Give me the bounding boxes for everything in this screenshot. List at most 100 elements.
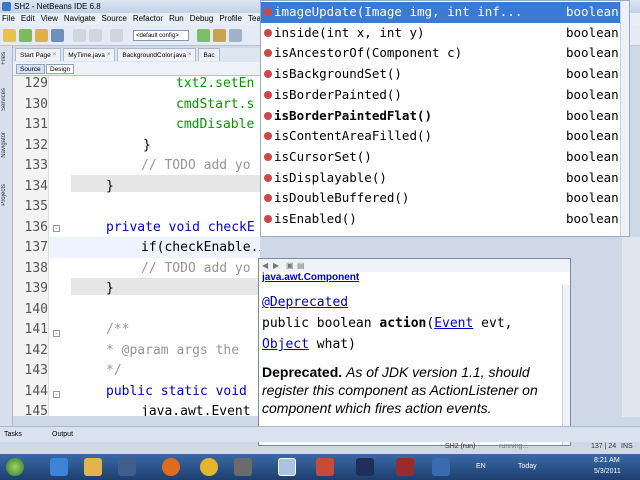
open-project-icon[interactable] [35,29,48,42]
completion-item[interactable]: isBackgroundSet() boolean [261,64,629,85]
back-icon[interactable]: ◀ [262,261,271,270]
start-button-icon[interactable] [6,458,24,476]
completion-item[interactable]: inside(int x, int y) boolean [261,23,629,44]
services-tab[interactable]: Services [1,88,12,111]
line-number: 132 [24,137,48,153]
menu-edit[interactable]: Edit [21,13,35,25]
status-project[interactable]: SH2 (run) [445,443,475,450]
goto-source-icon[interactable]: ▣ [286,261,295,270]
completion-item[interactable]: isDisplayable() boolean [261,168,629,189]
undo-icon[interactable] [73,29,86,42]
language-indicator[interactable]: EN [476,463,486,470]
source-button[interactable]: Source [16,64,45,74]
config-select[interactable]: <default config> [133,30,189,41]
editor-scrollbar[interactable] [622,237,640,417]
tab-bac[interactable]: Bac [198,48,220,61]
profile-icon[interactable] [229,29,242,42]
ie-icon[interactable] [50,458,68,476]
new-file-icon[interactable] [19,29,32,42]
word-icon[interactable] [432,458,450,476]
menu-debug[interactable]: Debug [190,13,214,25]
output-bar: Tasks Output [0,426,640,442]
app-m-icon[interactable] [200,458,218,476]
menu-run[interactable]: Run [169,13,184,25]
close-icon[interactable]: × [107,49,111,62]
forward-icon[interactable]: ▶ [273,261,282,270]
clock-date[interactable]: 5/3/2011 [594,468,621,475]
completion-item[interactable]: isCursorSet() boolean [261,147,629,168]
tab-mytime[interactable]: MyTime.java × [63,48,116,62]
firefox-icon[interactable] [162,458,180,476]
menu-navigate[interactable]: Navigate [64,13,96,25]
method-signature: public boolean action(Event evt, [262,316,513,331]
netbeans-icon [2,2,11,11]
close-icon[interactable]: × [53,49,57,62]
tab-start-page[interactable]: Start Page × [15,48,62,62]
javadoc-scrollbar[interactable] [562,285,570,445]
completion-return-type: boolean [566,128,619,144]
object-type-link[interactable]: Object [262,337,309,352]
projects-tab[interactable]: Projects [1,184,12,206]
code-completion-popup[interactable]: imageUpdate(Image img, int inf... boolean… [260,0,630,237]
fold-toggle-icon[interactable]: - [53,330,60,337]
run-icon[interactable] [197,29,210,42]
taskbar: EN Today 8:21 AM 5/3/2011 [0,454,640,480]
completion-item[interactable]: isAncestorOf(Component c) boolean [261,43,629,64]
output-tab[interactable]: Output [52,427,73,443]
navigator-tab[interactable]: Navigator [1,132,12,158]
code-editor[interactable]: - - - 129 130 131 132 133 134 135 136 13… [13,76,260,416]
completion-item[interactable]: isBorderPainted() boolean [261,85,629,106]
deprecation-note: Deprecated. As of JDK version 1.1, shoul… [262,363,562,417]
open-browser-icon[interactable]: ▤ [297,261,306,270]
menu-file[interactable]: File [2,13,15,25]
completion-return-type: boolean [566,169,619,185]
debug-icon[interactable] [213,29,226,42]
completion-return-type: boolean [566,4,619,19]
editor-toolbar: Source Design [13,62,260,76]
javadoc-popup[interactable]: ◀ ▶ ▣ ▤ java.awt.Component @Deprecated p… [258,258,571,446]
status-position: 137 | 24 [591,443,617,450]
files-tab[interactable]: Files [1,52,12,65]
class-link[interactable]: java.awt.Component [262,272,359,283]
app-grid-icon[interactable] [234,458,252,476]
explorer-icon[interactable] [84,458,102,476]
redo-icon[interactable] [89,29,102,42]
method-icon [264,132,272,141]
app-tools-icon[interactable] [316,458,334,476]
clean-build-icon[interactable] [110,29,123,42]
completion-item[interactable]: isContentAreaFilled() boolean [261,126,629,147]
tab-backgroundcolor[interactable]: BackgroundColor.java × [117,48,197,62]
clock-time[interactable]: 8:21 AM [594,457,620,464]
line-number: 131 [24,117,48,132]
status-running: running... [499,443,529,450]
save-all-icon[interactable] [51,29,64,42]
menu-view[interactable]: View [41,13,58,25]
photoshop-icon[interactable] [356,458,374,476]
annotation-link[interactable]: @Deprecated [262,295,348,310]
code-line: } [106,178,114,194]
media-player-icon[interactable] [118,458,136,476]
method-signature-cont: Object what) [262,337,356,352]
menu-profile[interactable]: Profile [219,13,242,25]
line-number: 129 [24,76,48,91]
completion-item[interactable]: isEnabled() boolean [261,209,629,230]
menu-source[interactable]: Source [101,13,126,25]
netbeans-task-icon[interactable] [278,458,296,476]
tasks-tab[interactable]: Tasks [4,427,22,443]
completion-scrollbar[interactable] [620,1,629,236]
method-icon [264,70,272,79]
book-icon[interactable] [396,458,414,476]
new-project-icon[interactable] [3,29,16,42]
line-number: 145 [24,404,48,416]
menu-refactor[interactable]: Refactor [133,13,163,25]
completion-item[interactable]: isDoubleBuffered() boolean [261,188,629,209]
code-line: // TODO add yo [141,260,251,276]
completion-item[interactable]: imageUpdate(Image img, int inf... boolean [261,2,629,23]
fold-toggle-icon[interactable]: - [53,225,60,232]
completion-item[interactable]: isBorderPaintedFlat() boolean [261,106,629,127]
design-button[interactable]: Design [46,64,75,74]
event-type-link[interactable]: Event [434,316,473,331]
param2: what) [308,337,356,352]
fold-toggle-icon[interactable]: - [53,391,60,398]
close-icon[interactable]: × [188,49,192,62]
